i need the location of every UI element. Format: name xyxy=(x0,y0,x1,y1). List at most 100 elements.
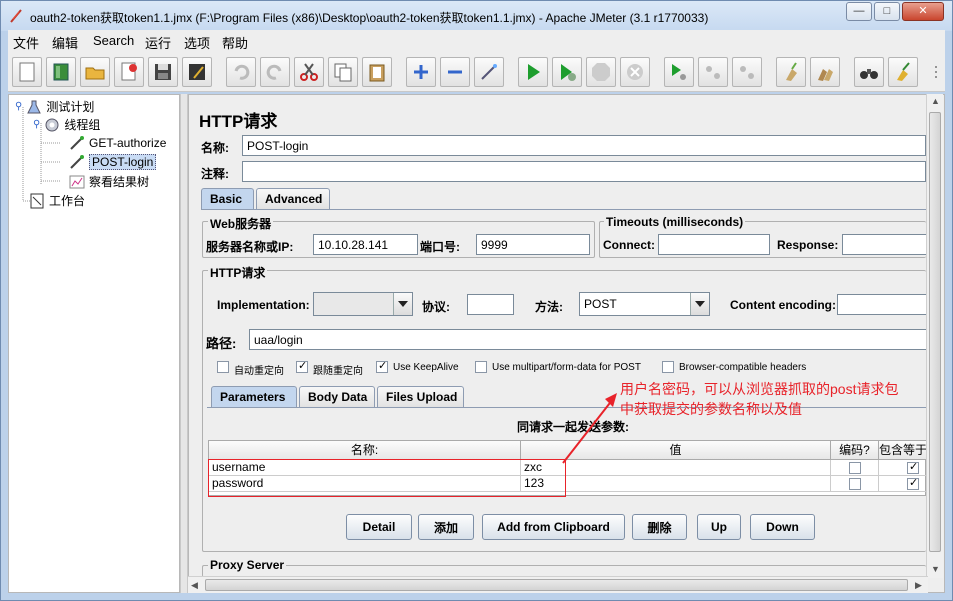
test-plan-tree: ⚲ 测试计划 ⚲ 线程组 GET-authorize POST-login 察看… xyxy=(8,94,180,593)
maximize-button[interactable]: □ xyxy=(874,2,900,21)
tab-parameters[interactable]: Parameters xyxy=(211,386,297,407)
add-from-clipboard-button[interactable]: Add from Clipboard xyxy=(482,514,625,540)
up-button[interactable]: Up xyxy=(697,514,741,540)
protocol-input[interactable] xyxy=(467,294,514,315)
encoding-label: Content encoding: xyxy=(730,298,836,312)
connect-timeout-input[interactable] xyxy=(658,234,770,255)
templates-button[interactable] xyxy=(46,57,76,87)
start-button[interactable] xyxy=(518,57,548,87)
annotation-text-line2: 中获取提交的参数名称以及值 xyxy=(620,401,802,417)
copy-button[interactable] xyxy=(328,57,358,87)
open-button[interactable] xyxy=(80,57,110,87)
tab-files-upload[interactable]: Files Upload xyxy=(377,386,464,407)
column-header-name[interactable]: 名称: xyxy=(209,441,521,460)
search-button[interactable] xyxy=(854,57,884,87)
tree-expander-icon[interactable]: ⚲ xyxy=(15,101,22,112)
tab-advanced[interactable]: Advanced xyxy=(256,188,330,209)
shutdown-button[interactable] xyxy=(620,57,650,87)
stop-button[interactable] xyxy=(586,57,616,87)
menu-help[interactable]: 帮助 xyxy=(222,33,248,52)
name-input[interactable]: POST-login xyxy=(242,135,926,156)
comment-input[interactable] xyxy=(242,161,926,182)
collapse-all-button[interactable] xyxy=(440,57,470,87)
include-equals-checkbox[interactable] xyxy=(907,476,919,491)
scroll-right-arrow-icon[interactable]: ▶ xyxy=(915,580,922,591)
detail-button[interactable]: Detail xyxy=(346,514,412,540)
auto-redirect-checkbox[interactable] xyxy=(217,361,229,373)
toolbar-overflow[interactable] xyxy=(932,57,944,87)
flask-icon xyxy=(27,100,42,113)
reset-search-button[interactable] xyxy=(888,57,918,87)
browser-headers-checkbox[interactable] xyxy=(662,361,674,373)
tree-node-workbench[interactable]: 工作台 xyxy=(29,192,85,209)
method-select[interactable]: POST xyxy=(579,292,710,316)
cut-button[interactable] xyxy=(294,57,324,87)
remote-stop-button[interactable] xyxy=(698,57,728,87)
menu-edit[interactable]: 编辑 xyxy=(52,33,78,52)
new-button[interactable] xyxy=(12,57,42,87)
paste-button[interactable] xyxy=(362,57,392,87)
tree-node-test-plan[interactable]: ⚲ 测试计划 xyxy=(15,98,94,115)
tree-node-view-results[interactable]: 察看结果树 xyxy=(69,173,149,190)
menu-search[interactable]: Search xyxy=(93,33,134,48)
param-value-cell[interactable]: 123 xyxy=(521,476,831,492)
column-header-encode[interactable]: 编码? xyxy=(831,441,879,460)
vertical-scrollbar[interactable]: ▲ ▼ xyxy=(926,94,943,578)
close-button[interactable]: ✕ xyxy=(902,2,944,21)
clear-button[interactable] xyxy=(776,57,806,87)
down-button[interactable]: Down xyxy=(750,514,815,540)
menu-run[interactable]: 运行 xyxy=(145,33,171,52)
save-as-button[interactable] xyxy=(182,57,212,87)
pane-splitter[interactable] xyxy=(180,94,188,593)
scroll-up-arrow-icon[interactable]: ▲ xyxy=(931,96,940,106)
start-no-pauses-button[interactable] xyxy=(552,57,582,87)
implementation-select[interactable] xyxy=(313,292,413,316)
minus-icon xyxy=(448,70,462,74)
remote-start-button[interactable] xyxy=(664,57,694,87)
keepalive-checkbox[interactable] xyxy=(376,359,388,373)
encoding-input[interactable] xyxy=(837,294,926,315)
web-server-title: Web服务器 xyxy=(208,215,274,232)
horizontal-scrollbar[interactable]: ◀ ▶ xyxy=(188,576,928,593)
server-label: 服务器名称或IP: xyxy=(206,240,294,254)
toggle-button[interactable] xyxy=(474,57,504,87)
horizontal-scroll-thumb[interactable] xyxy=(205,579,908,591)
port-label: 端口号: xyxy=(420,240,460,254)
remote-shutdown-button[interactable] xyxy=(732,57,762,87)
redo-button[interactable] xyxy=(260,57,290,87)
brooms-icon xyxy=(818,69,833,81)
multipart-checkbox[interactable] xyxy=(475,361,487,373)
server-input[interactable]: 10.10.28.141 xyxy=(313,234,418,255)
tab-body-data[interactable]: Body Data xyxy=(299,386,375,407)
save-button[interactable] xyxy=(148,57,178,87)
encode-checkbox[interactable] xyxy=(849,478,861,490)
response-timeout-input[interactable] xyxy=(842,234,926,255)
minimize-button[interactable]: — xyxy=(846,2,872,21)
menu-options[interactable]: 选项 xyxy=(184,33,210,52)
menu-file[interactable]: 文件 xyxy=(13,33,39,52)
include-equals-checkbox[interactable] xyxy=(907,460,919,475)
tab-basic[interactable]: Basic xyxy=(201,188,254,209)
column-header-include-equals[interactable]: 包含等于 xyxy=(879,441,927,460)
tree-node-get-authorize[interactable]: GET-authorize xyxy=(69,135,166,151)
scroll-left-arrow-icon[interactable]: ◀ xyxy=(191,580,198,591)
port-input[interactable]: 9999 xyxy=(476,234,590,255)
follow-redirect-checkbox[interactable] xyxy=(296,359,308,373)
expand-all-button[interactable] xyxy=(406,57,436,87)
close-plan-button[interactable] xyxy=(114,57,144,87)
scroll-down-arrow-icon[interactable]: ▼ xyxy=(931,564,940,574)
tree-node-thread-group[interactable]: ⚲ 线程组 xyxy=(33,116,100,133)
dropdown-arrow-icon[interactable] xyxy=(690,293,709,315)
encode-checkbox[interactable] xyxy=(849,462,861,474)
path-input[interactable]: uaa/login xyxy=(249,329,926,350)
tree-expander-icon[interactable]: ⚲ xyxy=(33,119,40,130)
timeouts-title: Timeouts (milliseconds) xyxy=(604,215,746,229)
undo-button[interactable] xyxy=(226,57,256,87)
tree-node-post-login[interactable]: POST-login xyxy=(69,154,157,170)
delete-button[interactable]: 删除 xyxy=(632,514,687,540)
vertical-scroll-thumb[interactable] xyxy=(929,112,941,552)
annotation-arrow-icon xyxy=(562,393,617,464)
clear-all-button[interactable] xyxy=(810,57,840,87)
add-button[interactable]: 添加 xyxy=(418,514,474,540)
dropdown-arrow-icon[interactable] xyxy=(393,293,412,315)
